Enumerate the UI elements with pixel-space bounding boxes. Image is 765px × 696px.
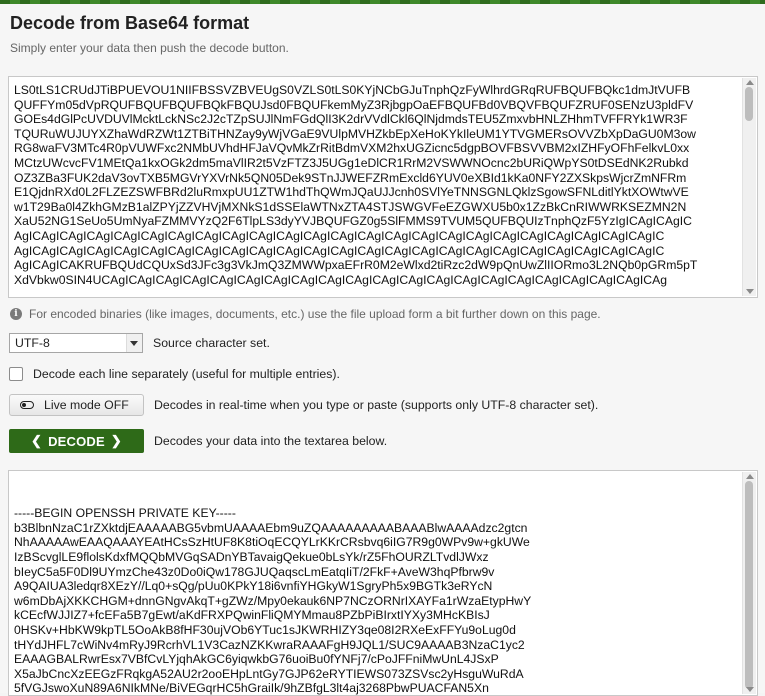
scroll-up-arrow-icon[interactable] [746,474,754,479]
text-line: AgICAgICAgICAgICAgICAgICAgICAgICAgICAgIC… [14,244,733,259]
decode-button[interactable]: ❮ DECODE ❯ [9,429,144,453]
decode-button-label: DECODE [48,434,105,449]
text-line: X5aJbCncXzEEGzFRqkgA52AU2r2ooEHpLntGy7GJ… [14,667,733,682]
text-line: w1T29Ba0l4ZkhGMzB1alZPYjZZVHVjMXNkS1dSSE… [14,200,733,215]
live-mode-label: Live mode OFF [44,398,129,412]
decode-panel: Decode from Base64 format Simply enter y… [0,4,765,693]
charset-row: UTF-8 Source character set. [9,333,270,353]
toggle-off-icon [20,401,34,409]
live-mode-row: Live mode OFF Decodes in real-time when … [9,394,598,416]
charset-label: Source character set. [153,336,270,350]
text-line: A9QAIUA3ledqr8XEzY//Lq0+sQg/pUu0KPkY18i6… [14,579,733,594]
input-textarea[interactable]: LS0tLS1CRUdJTiBPUEVOU1NIIFBSSVZBVEUgS0VZ… [8,76,758,298]
text-line: E1QjdnRXd0L2FLZEZSWFBRd2luRmxpUU1ZTW1hdT… [14,185,733,200]
text-line: NhAAAAAwEAAQAAAYEAtHCsSzHtUF8K8tiOqECQYL… [14,535,733,550]
text-line: b3BlbnNzaC1rZXktdjEAAAAABG5vbmUAAAAEbm9u… [14,521,733,536]
text-line: kCEcfWJJIZ7+fcEFa5B7gEwt/aKdFRXPQwinFliQ… [14,608,733,623]
text-line: 5fVGJswoXuN89A6NIkMNe/BiVEGqrHC5hGraiIk/… [14,681,733,696]
chevron-down-icon[interactable] [126,334,142,352]
scroll-down-arrow-icon[interactable] [746,687,754,692]
info-icon: i [10,308,22,320]
scroll-down-arrow-icon[interactable] [746,289,754,294]
input-text: LS0tLS1CRUdJTiBPUEVOU1NIIFBSSVZBVEUgS0VZ… [14,83,733,287]
text-line: 0HSKv+HbKW9kpTL5OoAkB8fHF30ujVOb6YTuc1sJ… [14,623,733,638]
each-line-checkbox[interactable] [9,367,23,381]
text-line: XaU52NG1SeUo5UmNyaFZMMVYzQ2F6TlpLS3dyYVJ… [14,214,733,229]
live-mode-description: Decodes in real-time when you type or pa… [154,398,598,412]
decode-row: ❮ DECODE ❯ Decodes your data into the te… [9,429,387,453]
info-text: For encoded binaries (like images, docum… [29,307,601,321]
page-title: Decode from Base64 format [10,13,249,34]
text-line: XdVbkw0SIN4UCAgICAgICAgICAgICAgICAgICAgI… [14,273,733,288]
text-line: AgICAgICAKRUFBQUdCQUxSd3JFc3g3VkJmQ3ZMWW… [14,258,733,273]
text-line: LS0tLS1CRUdJTiBPUEVOU1NIIFBSSVZBVEUgS0VZ… [14,83,733,98]
text-line: EAAAGBALRwrEsx7VBfCvLYjqhAkGC6yiqwkbG76u… [14,652,733,667]
text-line: TQURuWUJUYXZhaWdRZWt1ZTBiTHNZay9yWjVGaE9… [14,127,733,142]
output-text: -----BEGIN OPENSSH PRIVATE KEY-----b3Blb… [14,506,733,696]
each-line-row: Decode each line separately (useful for … [9,367,340,381]
live-mode-button[interactable]: Live mode OFF [9,394,144,416]
text-line: -----BEGIN OPENSSH PRIVATE KEY----- [14,506,733,521]
text-line: w6mDbAjXKKCHGM+dnnGNgvAkqT+gZWz/Mpy0ekau… [14,594,733,609]
text-line: AgICAgICAgICAgICAgICAgICAgICAgICAgICAgIC… [14,229,733,244]
charset-select[interactable]: UTF-8 [9,333,143,353]
text-line: QUFFYm05dVpRQUFBQUFBQUFBQkFBQUJsd0FBQUFk… [14,98,733,113]
text-line: IzBScvglLE9flolsKdxfMQQbMVGqSADnYBTavaig… [14,550,733,565]
text-line: MCtzUWcvcFV1MEtQa1kxOGk2dm5maVlIR2t5VzFT… [14,156,733,171]
text-line: OZ3ZBa3FUK2daV3ovTXB5MGVrYXVrNk5QN05Dek9… [14,171,733,186]
decode-description: Decodes your data into the textarea belo… [154,434,387,448]
text-line: tHYdJHFL7cWiNv4mRyJ9RcrhVL1V3CazNZKKwraR… [14,638,733,653]
text-line: RG8waFV3MTc4R0pVUWFxc2NMbUVhdHFJaVQvMkZr… [14,141,733,156]
scroll-thumb[interactable] [745,481,753,689]
scroll-up-arrow-icon[interactable] [746,80,754,85]
charset-value: UTF-8 [15,336,50,350]
chevron-left-icon: ❮ [31,433,42,449]
text-line: bIeyC5a5F0Dl9UYmzChe43z0Do0iQw178GJUQaqs… [14,565,733,580]
output-textarea[interactable]: -----BEGIN OPENSSH PRIVATE KEY-----b3Blb… [8,470,758,696]
info-note: i For encoded binaries (like images, doc… [10,307,601,321]
input-scrollbar[interactable] [742,78,756,296]
chevron-right-icon: ❯ [111,433,122,449]
text-line: GOEs4dGlPcUVDUVlMcktLckNSc2J2cTZpSUJlNmF… [14,112,733,127]
each-line-label[interactable]: Decode each line separately (useful for … [33,367,340,381]
page-subtitle: Simply enter your data then push the dec… [10,41,289,55]
output-scrollbar[interactable] [742,472,756,694]
scroll-thumb[interactable] [745,87,753,121]
